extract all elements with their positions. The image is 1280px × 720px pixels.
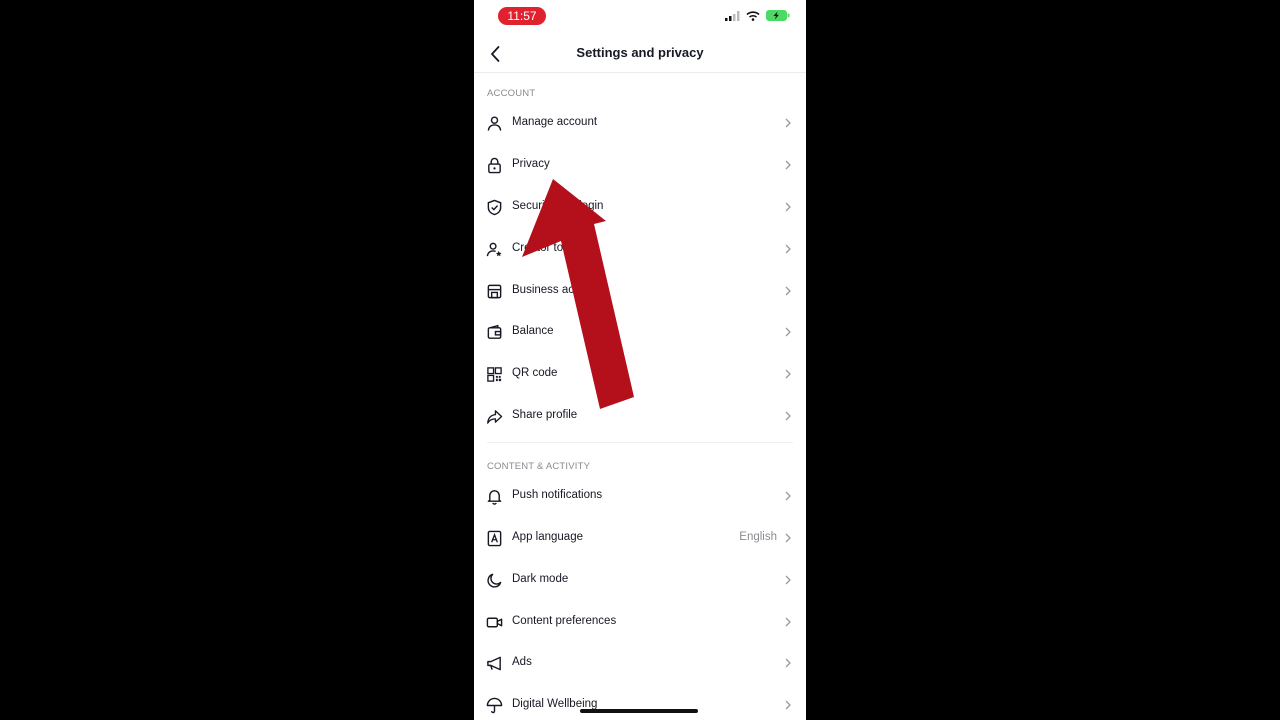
settings-row-app-language[interactable]: App language English bbox=[474, 518, 806, 559]
storefront-icon bbox=[486, 283, 503, 300]
home-indicator[interactable] bbox=[580, 709, 698, 713]
status-icons bbox=[725, 10, 790, 21]
person-star-icon bbox=[486, 241, 503, 258]
row-label: Share profile bbox=[512, 409, 578, 421]
row-label: Manage account bbox=[512, 116, 598, 128]
settings-row-balance[interactable]: Balance bbox=[474, 312, 806, 353]
status-bar: 11:57 bbox=[474, 0, 806, 34]
section-divider bbox=[487, 442, 793, 443]
battery-charging-icon bbox=[766, 10, 790, 21]
chevron-right-icon bbox=[782, 532, 794, 544]
settings-row-digital-wellbeing[interactable]: Digital Wellbeing bbox=[474, 685, 806, 720]
settings-row-creator-tools[interactable]: Creator tools bbox=[474, 229, 806, 270]
row-label: Privacy bbox=[512, 158, 550, 170]
chevron-right-icon bbox=[782, 201, 794, 213]
chevron-right-icon bbox=[782, 285, 794, 297]
settings-row-security-and-login[interactable]: Security and login bbox=[474, 187, 806, 228]
language-icon bbox=[486, 530, 503, 547]
phone-screen: 11:57 Settings and privacy ACCOUNT Manag… bbox=[474, 0, 806, 720]
row-label: Push notifications bbox=[512, 489, 603, 501]
umbrella-icon bbox=[486, 697, 503, 714]
chevron-right-icon bbox=[782, 490, 794, 502]
qr-code-icon bbox=[486, 366, 503, 383]
row-label: QR code bbox=[512, 367, 558, 379]
chevron-right-icon bbox=[782, 368, 794, 380]
settings-row-share-profile[interactable]: Share profile bbox=[474, 396, 806, 437]
chevron-right-icon bbox=[782, 657, 794, 669]
section-header-content-activity: CONTENT & ACTIVITY bbox=[487, 461, 591, 472]
row-label: Creator tools bbox=[512, 242, 578, 254]
row-label: Business account bbox=[512, 284, 603, 296]
settings-row-qr-code[interactable]: QR code bbox=[474, 354, 806, 395]
chevron-right-icon bbox=[782, 574, 794, 586]
settings-row-ads[interactable]: Ads bbox=[474, 643, 806, 684]
row-label: Dark mode bbox=[512, 573, 569, 585]
wallet-icon bbox=[486, 324, 503, 341]
person-icon bbox=[486, 115, 503, 132]
share-icon bbox=[486, 408, 503, 425]
row-label: Balance bbox=[512, 325, 554, 337]
chevron-right-icon bbox=[782, 243, 794, 255]
chevron-right-icon bbox=[782, 410, 794, 422]
row-label: Content preferences bbox=[512, 615, 617, 627]
row-label: App language bbox=[512, 531, 583, 543]
settings-row-dark-mode[interactable]: Dark mode bbox=[474, 560, 806, 601]
shield-icon bbox=[486, 199, 503, 216]
settings-row-business-account[interactable]: Business account bbox=[474, 271, 806, 312]
chevron-right-icon bbox=[782, 117, 794, 129]
settings-row-manage-account[interactable]: Manage account bbox=[474, 103, 806, 144]
chevron-right-icon bbox=[782, 699, 794, 711]
lock-icon bbox=[486, 157, 503, 174]
chevron-right-icon bbox=[782, 326, 794, 338]
moon-icon bbox=[486, 572, 503, 589]
settings-row-push-notifications[interactable]: Push notifications bbox=[474, 476, 806, 517]
bell-icon bbox=[486, 488, 503, 505]
row-label: Security and login bbox=[512, 200, 604, 212]
megaphone-icon bbox=[486, 655, 503, 672]
settings-row-content-preferences[interactable]: Content preferences bbox=[474, 602, 806, 643]
wifi-icon bbox=[746, 10, 760, 21]
app-language-value: English bbox=[739, 531, 777, 543]
row-label: Ads bbox=[512, 656, 532, 668]
settings-row-privacy[interactable]: Privacy bbox=[474, 145, 806, 186]
chevron-right-icon bbox=[782, 159, 794, 171]
video-icon bbox=[486, 614, 503, 631]
cellular-signal-icon bbox=[725, 10, 740, 21]
nav-bar: Settings and privacy bbox=[474, 34, 806, 73]
section-header-account: ACCOUNT bbox=[487, 88, 536, 99]
page-title: Settings and privacy bbox=[576, 45, 704, 60]
chevron-right-icon bbox=[782, 616, 794, 628]
status-time: 11:57 bbox=[498, 7, 546, 25]
